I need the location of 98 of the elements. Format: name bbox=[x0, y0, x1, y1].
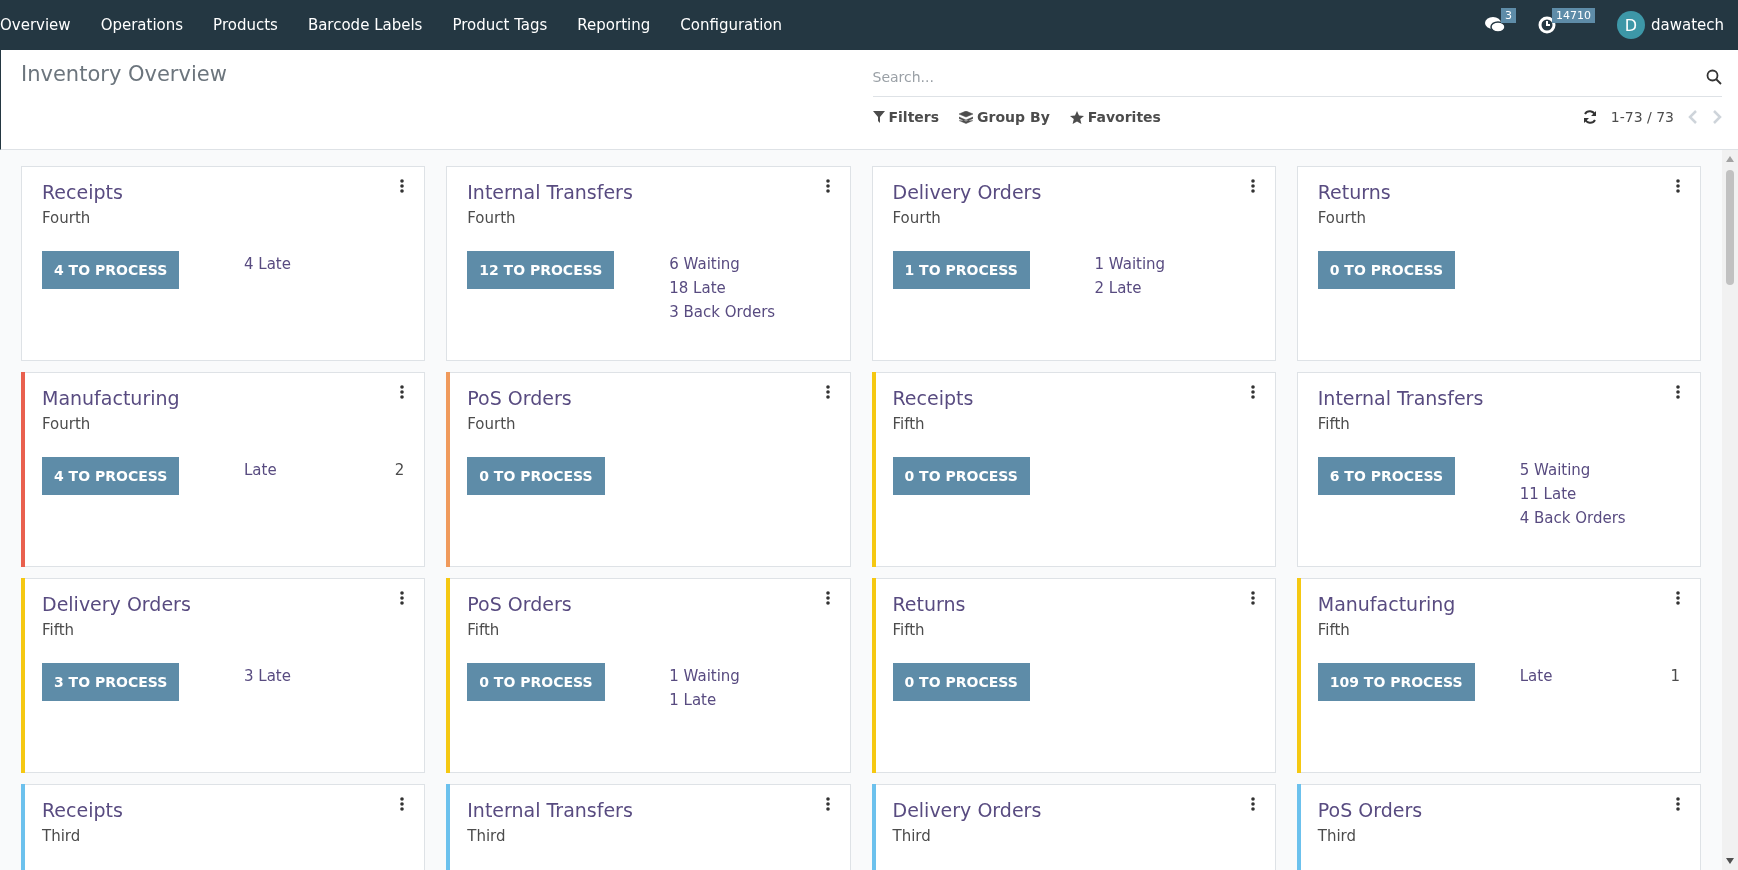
kebab-menu-icon[interactable] bbox=[1250, 797, 1255, 811]
warehouse-name: Fourth bbox=[42, 415, 92, 433]
kebab-menu-icon[interactable] bbox=[400, 591, 405, 605]
to-process-button[interactable]: 0 TO PROCESS bbox=[467, 663, 605, 701]
menu-item[interactable]: Configuration bbox=[665, 16, 797, 34]
stat-link[interactable]: 18 Late bbox=[669, 279, 830, 297]
warehouse-name: Fifth bbox=[892, 415, 926, 433]
stat-link[interactable]: 2 Late bbox=[1094, 279, 1255, 297]
star-icon bbox=[1069, 110, 1084, 124]
stat-link[interactable]: 4 Back Orders bbox=[1519, 509, 1680, 527]
stat-link[interactable]: 4 Late bbox=[244, 255, 405, 273]
kebab-menu-icon[interactable] bbox=[825, 591, 830, 605]
scrollbar[interactable] bbox=[1722, 150, 1738, 870]
kebab-menu-icon[interactable] bbox=[400, 797, 405, 811]
menu-item[interactable]: Barcode Labels bbox=[292, 16, 438, 34]
card-title[interactable]: Returns bbox=[1317, 181, 1391, 203]
stat-link[interactable]: 3 Back Orders bbox=[669, 303, 830, 321]
stat-link[interactable]: 1 Late bbox=[669, 691, 830, 709]
kebab-menu-icon[interactable] bbox=[1250, 385, 1255, 399]
kebab-menu-icon[interactable] bbox=[825, 385, 830, 399]
stat-link[interactable]: 1 Waiting bbox=[669, 667, 830, 685]
card-title[interactable]: Receipts bbox=[42, 799, 123, 821]
to-process-button[interactable]: 1 TO PROCESS bbox=[892, 251, 1030, 289]
card-title[interactable]: PoS Orders bbox=[467, 387, 572, 409]
menu-item[interactable]: Reporting bbox=[562, 16, 666, 34]
card-title[interactable]: Receipts bbox=[42, 181, 123, 203]
stat-link[interactable]: Late bbox=[1519, 667, 1553, 685]
warehouse-name: Third bbox=[1317, 827, 1357, 845]
kebab-menu-icon[interactable] bbox=[1676, 179, 1680, 193]
stat-value: 1 bbox=[1670, 667, 1680, 685]
warehouse-name: Third bbox=[42, 827, 82, 845]
to-process-button[interactable]: 0 TO PROCESS bbox=[892, 663, 1030, 701]
warehouse-name: Fourth bbox=[1317, 209, 1368, 227]
menu-item[interactable]: Overview bbox=[0, 16, 86, 34]
warehouse-name: Third bbox=[467, 827, 507, 845]
funnel-icon bbox=[872, 111, 885, 123]
warehouse-name: Fifth bbox=[1317, 621, 1351, 639]
to-process-button[interactable]: 0 TO PROCESS bbox=[892, 457, 1030, 495]
card-title[interactable]: Internal Transfers bbox=[467, 799, 633, 821]
layers-icon bbox=[959, 110, 974, 124]
stat-value: 2 bbox=[394, 461, 405, 479]
stat-link[interactable]: 5 Waiting bbox=[1519, 461, 1680, 479]
warehouse-name: Fourth bbox=[467, 209, 517, 227]
clock-icon[interactable] bbox=[1537, 16, 1556, 34]
card-title[interactable]: Returns bbox=[892, 593, 966, 615]
menu-item[interactable]: Product Tags bbox=[437, 16, 563, 34]
kebab-menu-icon[interactable] bbox=[1676, 385, 1680, 399]
to-process-button[interactable]: 6 TO PROCESS bbox=[1317, 457, 1455, 495]
card-title[interactable]: PoS Orders bbox=[1317, 799, 1423, 821]
stat-link[interactable]: 6 Waiting bbox=[669, 255, 830, 273]
to-process-button[interactable]: 0 TO PROCESS bbox=[1317, 251, 1455, 289]
stat-link[interactable]: 1 Waiting bbox=[1094, 255, 1255, 273]
to-process-button[interactable]: 109 TO PROCESS bbox=[1317, 663, 1475, 701]
message-count-badge: 3 bbox=[1500, 8, 1516, 23]
search-icon[interactable] bbox=[1706, 69, 1722, 85]
warehouse-name: Third bbox=[892, 827, 932, 845]
activity-count-badge: 14710 bbox=[1551, 8, 1595, 23]
page-title: Inventory Overview bbox=[21, 62, 228, 86]
kebab-menu-icon[interactable] bbox=[400, 179, 405, 193]
card-title[interactable]: Delivery Orders bbox=[892, 181, 1042, 203]
filter-button[interactable]: Filters bbox=[872, 109, 940, 125]
warehouse-name: Fifth bbox=[42, 621, 76, 639]
stat-link[interactable]: 11 Late bbox=[1519, 485, 1680, 503]
to-process-button[interactable]: 4 TO PROCESS bbox=[42, 251, 180, 289]
card-title[interactable]: Internal Transfers bbox=[1317, 387, 1484, 409]
card-title[interactable]: Manufacturing bbox=[1317, 593, 1456, 615]
to-process-button[interactable]: 0 TO PROCESS bbox=[467, 457, 605, 495]
to-process-button[interactable]: 4 TO PROCESS bbox=[42, 457, 180, 495]
warehouse-name: Fifth bbox=[467, 621, 501, 639]
card-title[interactable]: Receipts bbox=[892, 387, 974, 409]
kebab-menu-icon[interactable] bbox=[1250, 591, 1255, 605]
kebab-menu-icon[interactable] bbox=[825, 179, 830, 193]
menu-item[interactable]: Products bbox=[198, 16, 293, 34]
pager-value: 1-73 / 73 bbox=[1610, 109, 1674, 125]
warehouse-name: Fourth bbox=[42, 209, 92, 227]
card-title[interactable]: Delivery Orders bbox=[892, 799, 1042, 821]
stat-link[interactable]: Late bbox=[244, 461, 277, 479]
user-name[interactable]: dawatech bbox=[1650, 16, 1724, 34]
card-title[interactable]: Manufacturing bbox=[42, 387, 180, 409]
refresh-icon[interactable] bbox=[1582, 110, 1597, 124]
stat-link[interactable]: 3 Late bbox=[244, 667, 405, 685]
warehouse-name: Fifth bbox=[892, 621, 926, 639]
card-title[interactable]: Delivery Orders bbox=[42, 593, 191, 615]
kebab-menu-icon[interactable] bbox=[1676, 797, 1680, 811]
to-process-button[interactable]: 3 TO PROCESS bbox=[42, 663, 180, 701]
card-title[interactable]: PoS Orders bbox=[467, 593, 572, 615]
warehouse-name: Fifth bbox=[1317, 415, 1351, 433]
warehouse-name: Fourth bbox=[892, 209, 942, 227]
filter-button[interactable]: Favorites bbox=[1069, 109, 1161, 125]
kebab-menu-icon[interactable] bbox=[1250, 179, 1255, 193]
kebab-menu-icon[interactable] bbox=[825, 797, 830, 811]
card-title[interactable]: Internal Transfers bbox=[467, 181, 633, 203]
warehouse-name: Fourth bbox=[467, 415, 517, 433]
kebab-menu-icon[interactable] bbox=[400, 385, 405, 399]
kebab-menu-icon[interactable] bbox=[1676, 591, 1680, 605]
filter-button[interactable]: Group By bbox=[959, 109, 1050, 125]
menu-item[interactable]: Operations bbox=[85, 16, 199, 34]
to-process-button[interactable]: 12 TO PROCESS bbox=[467, 251, 615, 289]
